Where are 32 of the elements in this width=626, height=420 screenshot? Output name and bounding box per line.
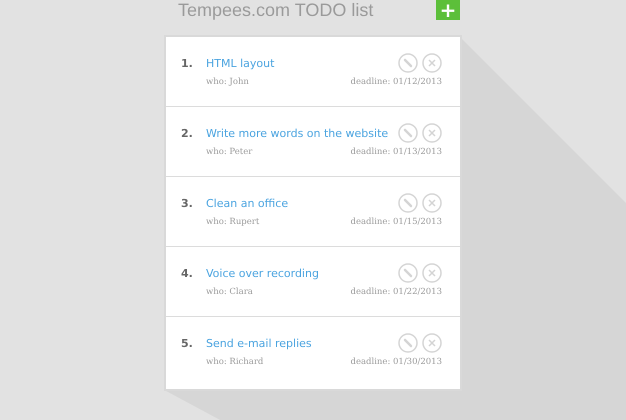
task-assignee: who: Peter	[206, 147, 252, 157]
close-icon[interactable]	[422, 123, 442, 143]
task-number: 4.	[181, 266, 194, 280]
close-icon[interactable]	[422, 53, 442, 73]
task-deadline: deadline: 01/12/2013	[350, 77, 442, 87]
task-title[interactable]: HTML layout	[206, 56, 394, 70]
edit-icon[interactable]	[398, 333, 418, 353]
close-icon[interactable]	[422, 263, 442, 283]
task-number: 5.	[181, 336, 194, 350]
task-assignee: who: Clara	[206, 287, 253, 297]
close-icon[interactable]	[422, 193, 442, 213]
task-deadline: deadline: 01/30/2013	[350, 357, 442, 367]
edit-icon[interactable]	[398, 53, 418, 73]
task-assignee: who: Richard	[206, 357, 264, 367]
task-deadline: deadline: 01/13/2013	[350, 147, 442, 157]
add-button[interactable]: +	[436, 0, 460, 20]
task-number: 3.	[181, 196, 194, 210]
task-title[interactable]: Clean an office	[206, 196, 394, 210]
task-assignee: who: Rupert	[206, 217, 260, 227]
edit-icon[interactable]	[398, 193, 418, 213]
edit-icon[interactable]	[398, 123, 418, 143]
task-number: 1.	[181, 56, 194, 70]
edit-icon[interactable]	[398, 263, 418, 283]
task-deadline: deadline: 01/22/2013	[350, 287, 442, 297]
task-title[interactable]: Write more words on the website	[206, 126, 394, 140]
task-title[interactable]: Voice over recording	[206, 266, 394, 280]
task-number: 2.	[181, 126, 194, 140]
task-deadline: deadline: 01/15/2013	[350, 217, 442, 227]
task-title[interactable]: Send e-mail replies	[206, 336, 394, 350]
close-icon[interactable]	[422, 333, 442, 353]
task-assignee: who: John	[206, 77, 249, 87]
page-title: Tempees.com TODO list	[178, 0, 374, 20]
